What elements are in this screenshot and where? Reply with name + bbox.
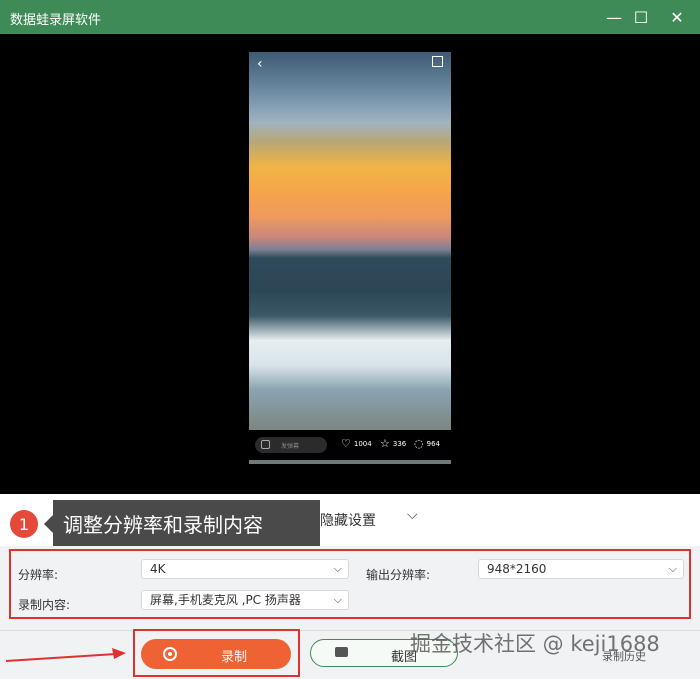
hidden-settings-label: 隐藏设置: [320, 513, 376, 529]
share-icon: [432, 56, 443, 67]
camera-icon: [335, 647, 348, 657]
comment-icon: ◌: [414, 437, 424, 450]
output-resolution-select[interactable]: 948*2160 ⌵: [478, 559, 684, 579]
resolution-label: 分辨率:: [18, 568, 59, 582]
record-button[interactable]: 录制: [141, 639, 291, 669]
stars-count: 336: [392, 440, 407, 448]
danmaku-icon: [261, 440, 270, 449]
resolution-select[interactable]: 4K ⌵: [141, 559, 349, 579]
title-bar: 数据蛙录屏软件 — ☐ ✕: [0, 0, 700, 34]
output-resolution-value: 948*2160: [487, 562, 547, 576]
chevron-down-icon: ⌵: [333, 562, 342, 575]
resolution-value: 4K: [150, 562, 166, 576]
chevron-down-icon[interactable]: ⌵: [407, 507, 418, 523]
record-content-value: 屏幕,手机麦克风 ,PC 扬声器: [150, 593, 301, 607]
heart-icon: ♡: [341, 437, 351, 450]
maximize-button[interactable]: ☐: [624, 0, 658, 34]
phone-screen-preview: ‹ +: [249, 52, 451, 464]
record-label: 录制: [221, 650, 248, 665]
comments-stat: ◌ 964: [414, 438, 440, 450]
preview-area: ‹ +: [0, 34, 700, 494]
back-icon: ‹: [257, 56, 263, 72]
pointer-arrow: [5, 648, 126, 662]
phone-action-bar: 发弹幕 ♡ 1004 ☆ 336 ◌ 964: [249, 430, 451, 460]
step-badge: 1: [10, 510, 38, 538]
chevron-down-icon: ⌵: [333, 593, 342, 606]
record-icon: [163, 647, 177, 661]
record-content-select[interactable]: 屏幕,手机麦克风 ,PC 扬声器 ⌵: [141, 590, 349, 610]
comment-placeholder: 发弹幕: [281, 443, 300, 450]
star-icon: ☆: [380, 437, 390, 450]
comment-input: 发弹幕: [255, 437, 327, 453]
comments-count: 964: [426, 440, 440, 448]
output-resolution-label: 输出分辨率:: [366, 568, 431, 582]
record-content-label: 录制内容:: [18, 598, 71, 612]
close-button[interactable]: ✕: [660, 0, 694, 34]
chevron-down-icon: ⌵: [668, 562, 677, 575]
stars-stat: ☆ 336: [380, 438, 406, 450]
watermark-text: 掘金技术社区 @ keji1688: [410, 632, 660, 656]
app-title: 数据蛙录屏软件: [10, 13, 102, 28]
likes-stat: ♡ 1004: [341, 438, 372, 450]
likes-count: 1004: [353, 440, 372, 448]
callout-tooltip: 调整分辨率和录制内容: [44, 500, 320, 547]
